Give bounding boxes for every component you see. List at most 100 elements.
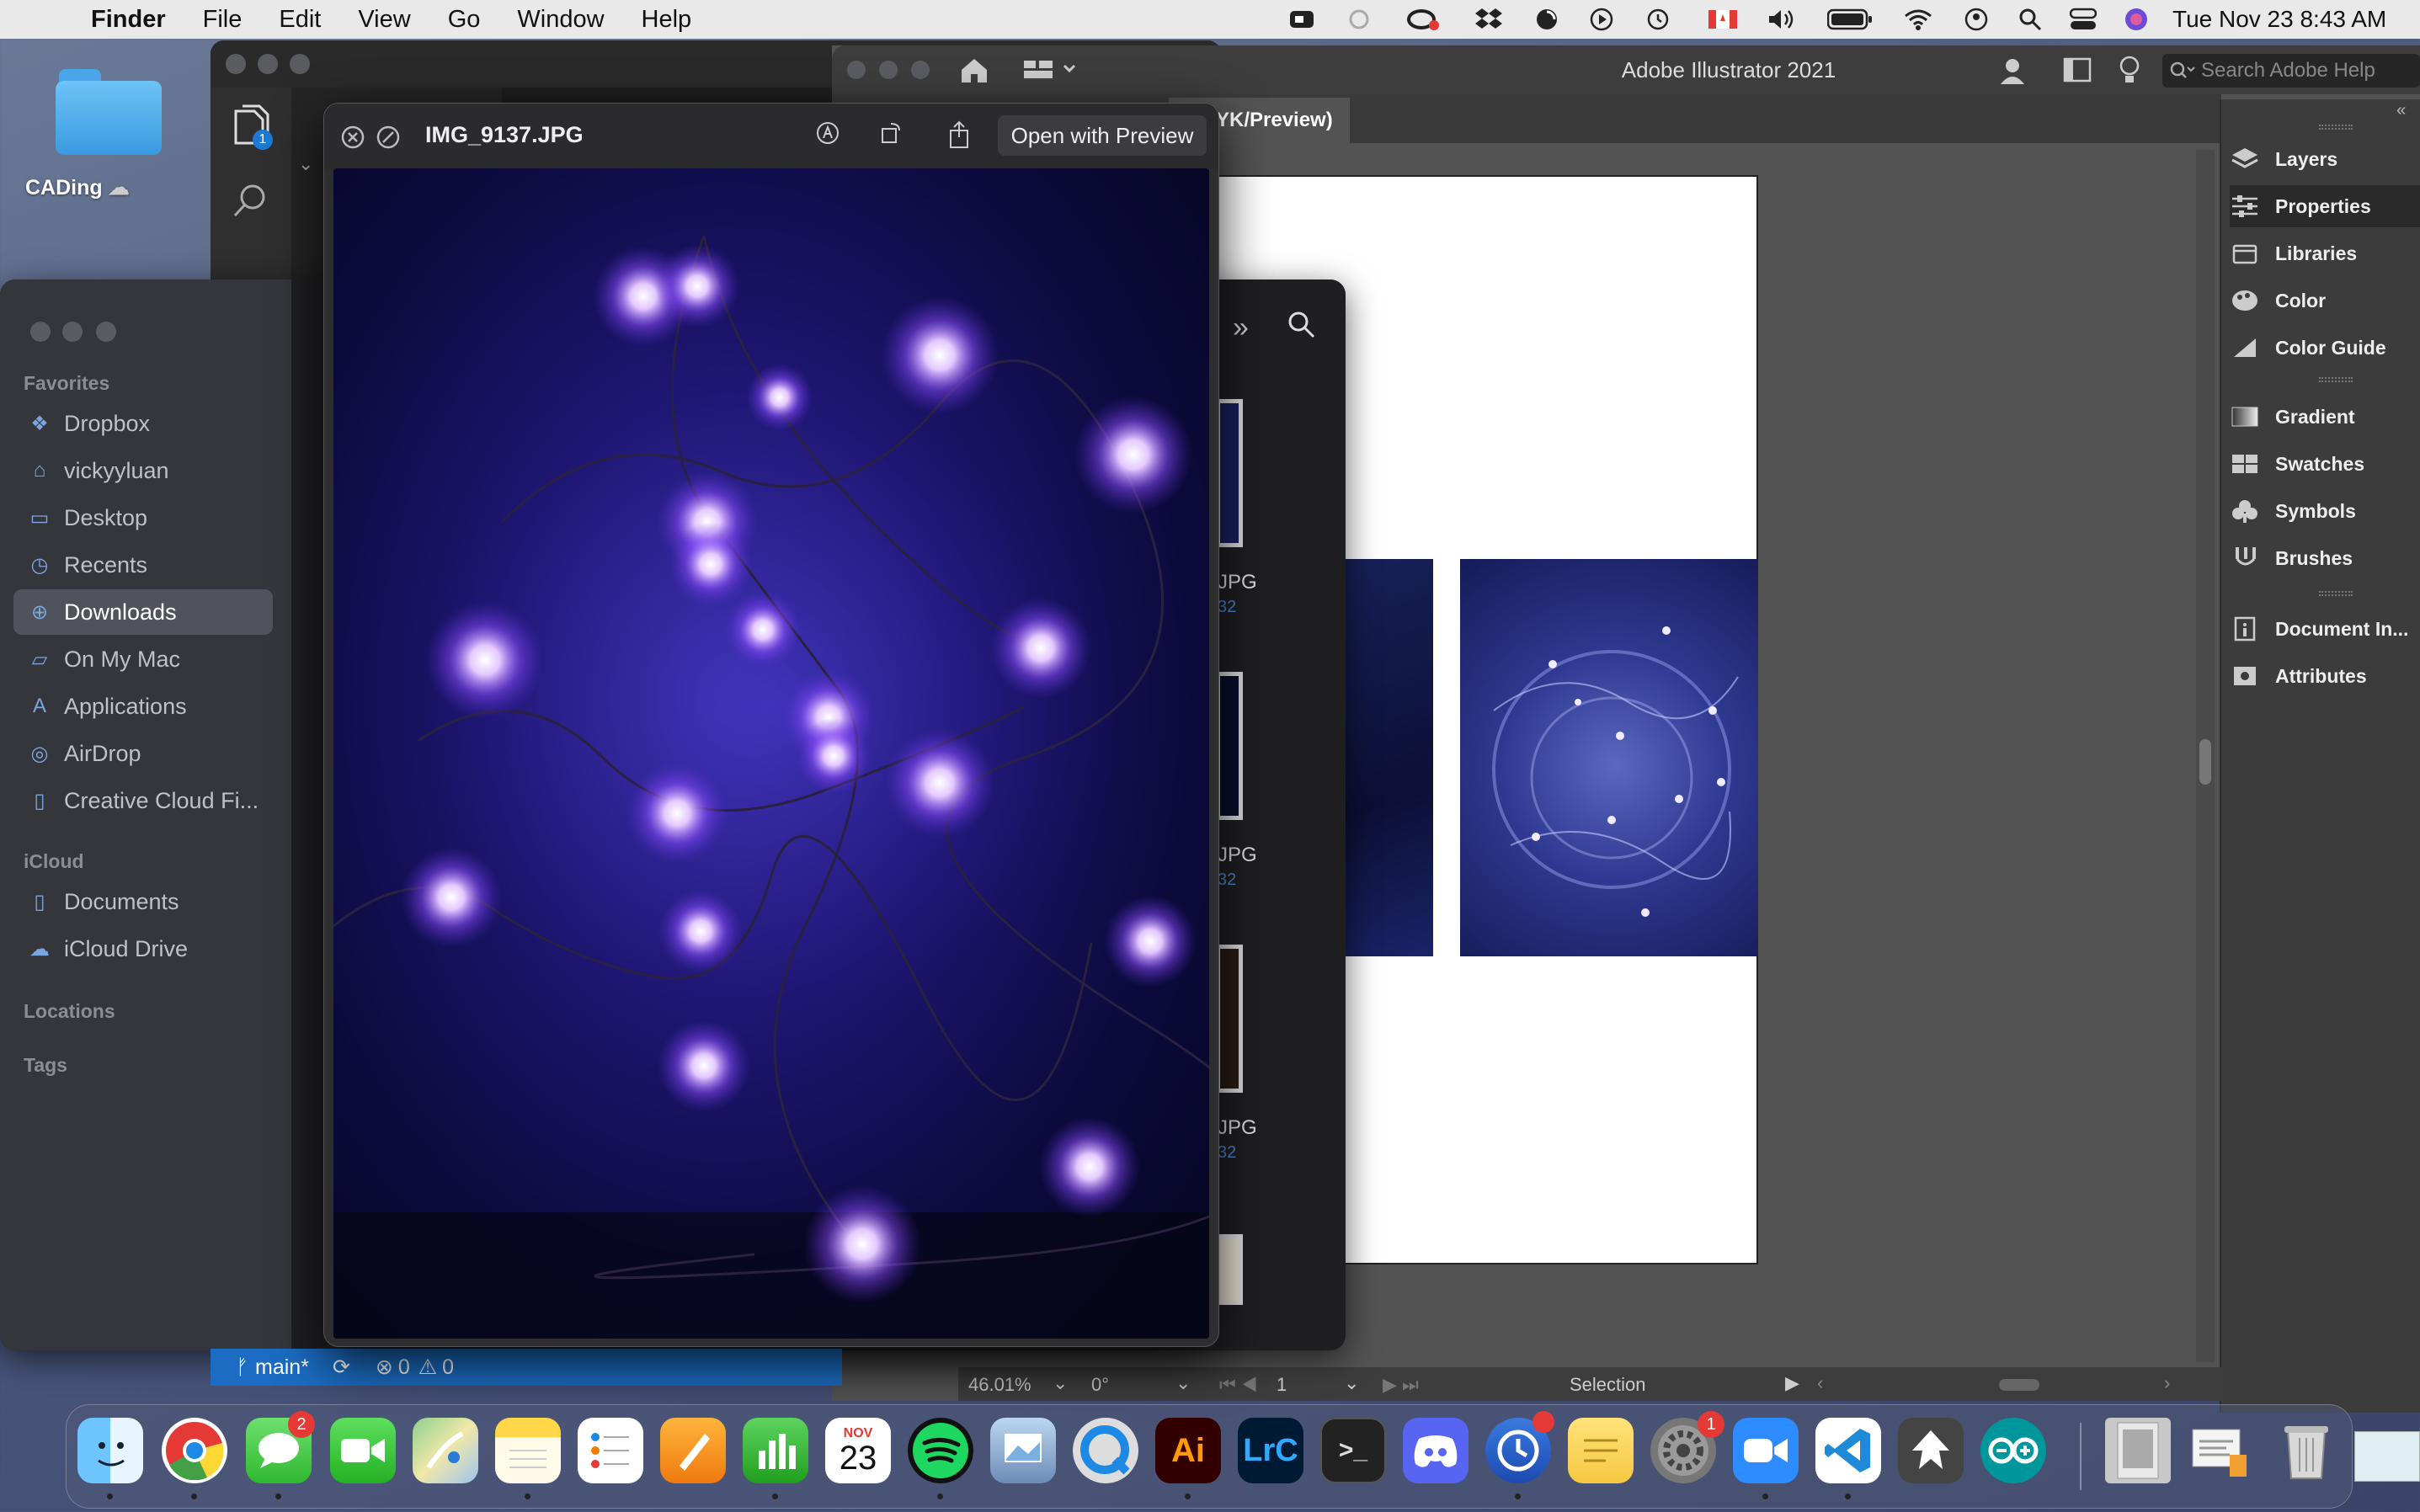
- scrollbar-thumb[interactable]: [2199, 739, 2211, 785]
- sync-icon[interactable]: ⟳: [333, 1355, 350, 1380]
- wifi-icon[interactable]: [1901, 0, 1935, 39]
- recent-file-icon[interactable]: [2105, 1418, 2171, 1483]
- placed-image-right[interactable]: [1460, 559, 1758, 956]
- menu-go[interactable]: Go: [448, 6, 481, 34]
- time-machine-icon[interactable]: [1642, 0, 1674, 39]
- file-thumbnail[interactable]: [1216, 672, 1243, 820]
- desktop-thumbnail[interactable]: [2354, 1431, 2420, 1482]
- backup-icon[interactable]: [1531, 0, 1563, 39]
- help-search-input[interactable]: Search Adobe Help: [2162, 54, 2420, 88]
- file-name[interactable]: JPG: [1218, 571, 1257, 594]
- trash-icon[interactable]: [2273, 1418, 2339, 1483]
- terminal-icon[interactable]: >_: [1320, 1418, 1386, 1483]
- arduino-icon[interactable]: [1980, 1418, 2046, 1483]
- ai-minimize-button[interactable]: [879, 61, 898, 79]
- placed-image-left[interactable]: [1346, 559, 1433, 956]
- panel-brushes[interactable]: Brushes: [2230, 537, 2420, 579]
- panel-document-info[interactable]: Document In...: [2230, 608, 2420, 650]
- panel-attributes[interactable]: Attributes: [2230, 655, 2420, 697]
- tool-menu-arrow-icon[interactable]: ▶: [1785, 1372, 1799, 1394]
- finder-close-button[interactable]: [30, 322, 51, 342]
- scroll-right-icon[interactable]: ›: [2164, 1372, 2170, 1394]
- share-icon[interactable]: [944, 120, 974, 151]
- user-icon[interactable]: [1960, 0, 1992, 39]
- downloads-stack-icon[interactable]: [2186, 1418, 2252, 1483]
- lightroom-classic-icon[interactable]: LrC: [1238, 1418, 1303, 1483]
- file-thumbnail[interactable]: [1216, 399, 1243, 547]
- spotlight-search-icon[interactable]: [2014, 0, 2046, 39]
- chrome-icon[interactable]: [162, 1418, 227, 1483]
- finder-zoom-button[interactable]: [96, 322, 116, 342]
- open-with-preview-button[interactable]: Open with Preview: [998, 115, 1207, 156]
- search-icon[interactable]: [231, 182, 269, 221]
- battery-icon[interactable]: [1826, 0, 1874, 39]
- chevron-down-icon[interactable]: ⌄: [1344, 1372, 1359, 1394]
- rotation-value[interactable]: 0°: [1091, 1374, 1109, 1396]
- git-branch-icon[interactable]: ᚠ: [236, 1355, 248, 1380]
- chevron-down-icon[interactable]: ⌄: [1053, 1372, 1068, 1394]
- menu-file[interactable]: File: [203, 6, 243, 34]
- desktop-folder-icon[interactable]: [56, 69, 162, 157]
- zoom-icon[interactable]: [1733, 1418, 1799, 1483]
- account-icon[interactable]: [1997, 54, 2031, 92]
- first-artboard-icon[interactable]: ⏮ ◀: [1219, 1374, 1258, 1396]
- warning-icon[interactable]: ⚠: [418, 1355, 437, 1380]
- sidebar-item-applications[interactable]: A Applications: [13, 684, 273, 729]
- siri-icon[interactable]: [2120, 0, 2152, 39]
- more-toolbar-icon[interactable]: »: [1233, 311, 1249, 344]
- vscode-close-button[interactable]: [226, 54, 246, 74]
- zoom-level[interactable]: 46.01%: [968, 1374, 1031, 1396]
- scroll-left-icon[interactable]: ‹: [1817, 1372, 1823, 1394]
- facetime-icon[interactable]: [330, 1418, 396, 1483]
- menu-app-name[interactable]: Finder: [91, 6, 166, 34]
- panel-properties[interactable]: Properties: [2230, 185, 2420, 227]
- fullscreen-icon[interactable]: [376, 125, 400, 153]
- chevron-down-icon[interactable]: ⌄: [1175, 1372, 1191, 1394]
- creative-cloud-icon[interactable]: [1405, 0, 1442, 39]
- control-center-icon[interactable]: [2066, 0, 2100, 39]
- panel-layout-icon[interactable]: [2063, 57, 2092, 87]
- rotate-icon[interactable]: [877, 120, 907, 151]
- file-thumbnail[interactable]: [1216, 945, 1243, 1093]
- inkscape-icon[interactable]: [1898, 1418, 1964, 1483]
- quicktime-icon[interactable]: [1073, 1418, 1138, 1483]
- sidebar-item-recents[interactable]: ◷ Recents: [13, 542, 273, 588]
- preview-icon[interactable]: [990, 1418, 1056, 1483]
- last-artboard-icon[interactable]: ▶ ⏭: [1383, 1374, 1419, 1396]
- stickies-icon[interactable]: [1568, 1418, 1634, 1483]
- explorer-icon[interactable]: 1: [229, 103, 273, 150]
- reminders-icon[interactable]: [578, 1418, 643, 1483]
- home-icon[interactable]: [958, 56, 990, 88]
- collapse-panels-icon[interactable]: «: [2396, 101, 2406, 120]
- canada-flag-icon[interactable]: [1706, 0, 1740, 39]
- finder-icon[interactable]: [77, 1418, 143, 1483]
- maps-icon[interactable]: [413, 1418, 478, 1483]
- sidebar-item-downloads[interactable]: ⊕ Downloads: [13, 589, 273, 635]
- error-icon[interactable]: ⊗: [376, 1355, 393, 1380]
- ai-zoom-button[interactable]: [911, 61, 930, 79]
- vscode-minimize-button[interactable]: [258, 54, 278, 74]
- pages-icon[interactable]: [660, 1418, 726, 1483]
- calendar-icon[interactable]: NOV 23: [825, 1418, 891, 1483]
- play-icon[interactable]: [1586, 0, 1617, 39]
- sync-icon[interactable]: [1344, 0, 1374, 39]
- vscode-zoom-button[interactable]: [290, 54, 310, 74]
- current-tool[interactable]: Selection: [1570, 1374, 1646, 1396]
- git-branch[interactable]: main*: [255, 1355, 309, 1380]
- sidebar-item-airdrop[interactable]: ◎ AirDrop: [13, 731, 273, 776]
- numbers-icon[interactable]: [743, 1418, 808, 1483]
- panel-layers[interactable]: Layers: [2230, 138, 2420, 180]
- camera-icon[interactable]: [1287, 0, 1317, 39]
- finder-search-icon[interactable]: [1287, 310, 1317, 344]
- panel-gradient[interactable]: Gradient: [2230, 396, 2420, 438]
- menu-view[interactable]: View: [358, 6, 410, 34]
- chevron-down-icon[interactable]: ⌄: [298, 153, 313, 175]
- discord-icon[interactable]: [1403, 1418, 1469, 1483]
- markup-icon[interactable]: [813, 120, 843, 151]
- sidebar-item-on-my-mac[interactable]: ▱ On My Mac: [13, 636, 273, 682]
- panel-symbols[interactable]: Symbols: [2230, 490, 2420, 532]
- file-name[interactable]: JPG: [1218, 844, 1257, 867]
- dropbox-icon[interactable]: [1472, 0, 1506, 39]
- illustrator-icon[interactable]: Ai: [1155, 1418, 1221, 1483]
- artboard-number[interactable]: 1: [1277, 1374, 1287, 1396]
